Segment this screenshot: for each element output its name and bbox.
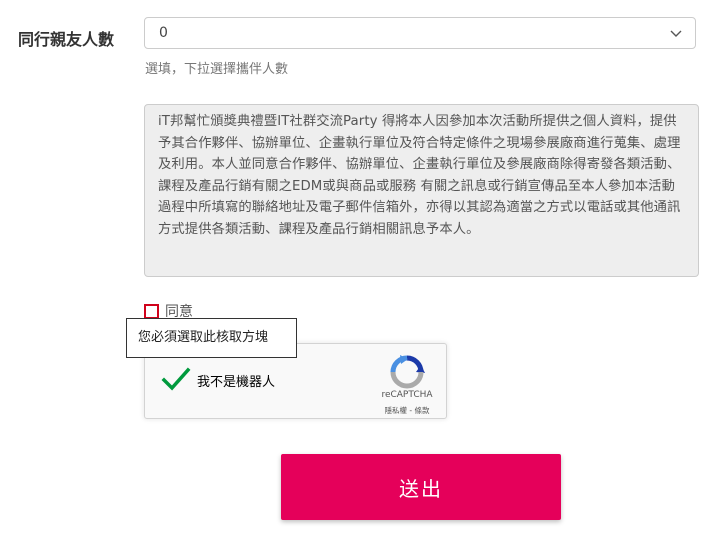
recaptcha-privacy-terms-links[interactable]: 隱私權 - 條款 [367, 405, 447, 416]
companions-label: 同行親友人數 [18, 30, 115, 49]
recaptcha-brand: reCAPTCHA [381, 390, 433, 400]
companions-help-text: 選填，下拉選擇攜伴人數 [145, 62, 289, 77]
chevron-down-icon [670, 30, 682, 37]
recaptcha-logo-icon [390, 355, 425, 389]
recaptcha-label: 我不是機器人 [197, 375, 276, 390]
agree-checkbox[interactable] [144, 303, 159, 319]
checkmark-icon[interactable] [161, 366, 191, 392]
registration-form: 同行親友人數 0 選填，下拉選擇攜伴人數 iT邦幫忙頒獎典禮暨IT社群交流Par… [0, 0, 727, 543]
companions-select-value: 0 [159, 25, 168, 41]
companions-select[interactable]: 0 [144, 17, 696, 49]
validation-tooltip: 您必須選取此核取方塊 [126, 318, 297, 358]
terms-textarea[interactable]: iT邦幫忙頒獎典禮暨IT社群交流Party 得將本人因參加本次活動所提供之個人資… [144, 104, 699, 277]
submit-button[interactable]: 送出 [281, 454, 561, 520]
